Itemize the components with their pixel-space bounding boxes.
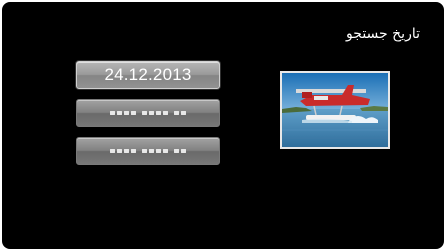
date-placeholder-icon	[142, 111, 168, 115]
seaplane-photo-icon	[282, 73, 388, 147]
search-date-screen: تاريخ جستجو 24.12.2013	[2, 2, 444, 249]
date-placeholder-icon	[142, 149, 168, 153]
date-item-1[interactable]: 24.12.2013	[76, 61, 220, 89]
date-item-3[interactable]	[76, 137, 220, 165]
preview-thumbnail	[280, 71, 390, 149]
date-item-2[interactable]	[76, 99, 220, 127]
date-placeholder-icon	[174, 149, 186, 153]
date-placeholder-icon	[110, 111, 136, 115]
screen-title: تاريخ جستجو	[346, 26, 420, 42]
date-item-label: 24.12.2013	[104, 65, 192, 84]
date-placeholder-icon	[110, 149, 136, 153]
date-placeholder-icon	[174, 111, 186, 115]
